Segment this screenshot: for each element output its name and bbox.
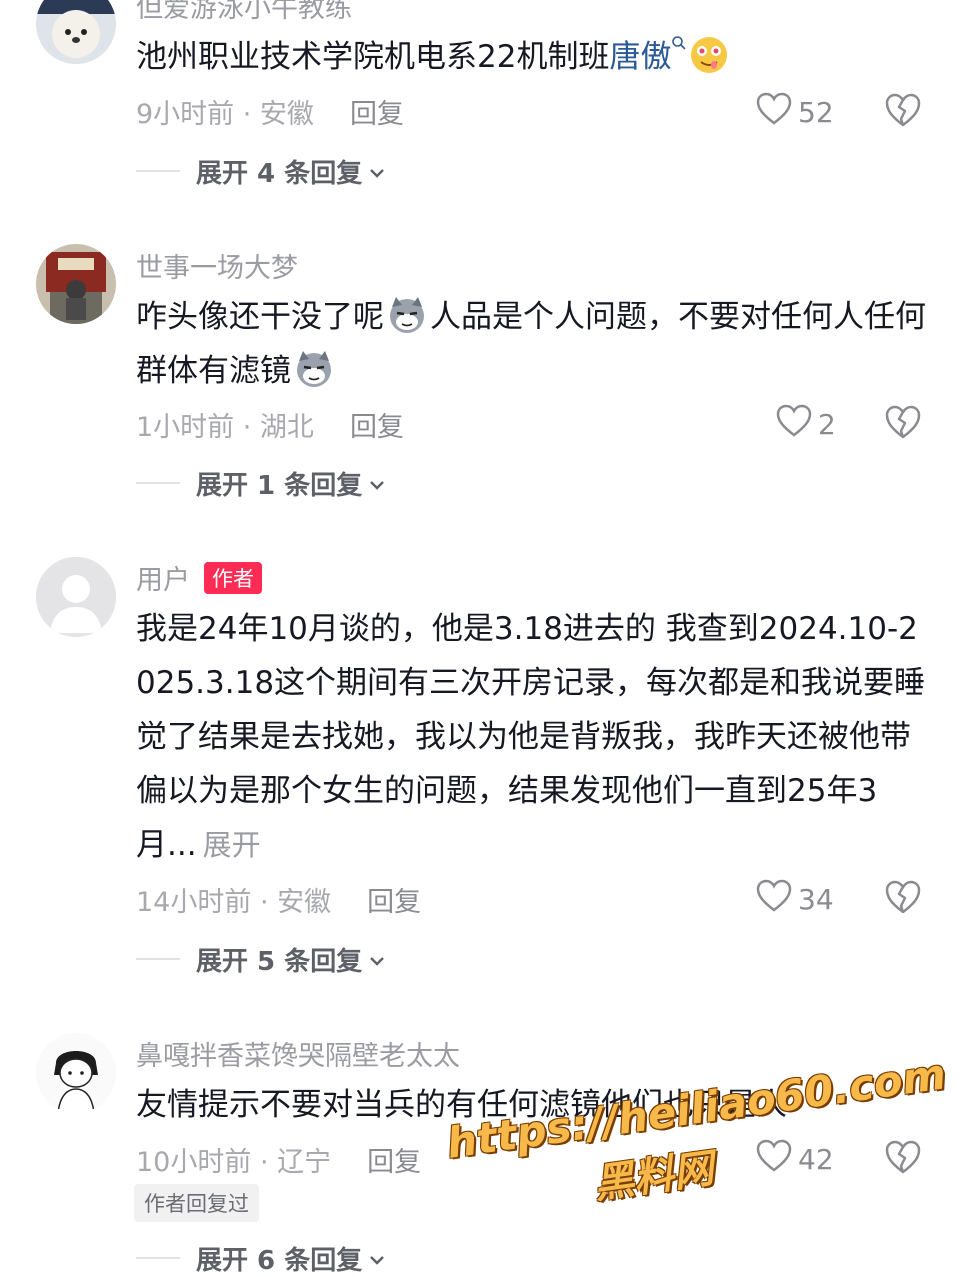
like-count: 2 [818, 407, 836, 441]
divider [136, 1257, 180, 1259]
like-count: 52 [798, 95, 834, 129]
broken-heart-icon [884, 93, 922, 132]
timestamp-location: 14小时前 · 安徽 [136, 887, 332, 918]
search-link[interactable]: 唐傲 [609, 39, 671, 75]
expand-replies[interactable]: 展开 6 条回复 [136, 1243, 386, 1276]
comment-text: 咋头像还干没了呢 人品是个人问题，不要对任何人任何群体有滤镜 [136, 290, 926, 398]
dislike-button[interactable] [884, 1139, 924, 1179]
reply-button[interactable]: 回复 [367, 1147, 421, 1178]
expand-replies[interactable]: 展开 5 条回复 [136, 944, 386, 977]
comment-meta: 1小时前 · 湖北 回复 [136, 405, 404, 444]
expand-text-link[interactable]: 展开 [203, 828, 261, 862]
author-badge: 作者 [204, 562, 262, 594]
comment-text: 我是24年10月谈的，他是3.18进去的 我查到2024.10-2025.3.1… [136, 611, 926, 863]
comment-meta: 14小时前 · 安徽 回复 [136, 880, 421, 919]
reply-button[interactable]: 回复 [367, 887, 421, 918]
avatar[interactable] [36, 0, 116, 64]
chevron-down-icon [362, 944, 386, 974]
divider [136, 482, 180, 484]
username[interactable]: 用户 作者 [136, 558, 262, 597]
broken-heart-icon [884, 405, 922, 444]
reply-button[interactable]: 回复 [350, 412, 404, 443]
drooling-emoji-icon [687, 35, 733, 75]
comment-meta: 9小时前 · 安徽 回复 [136, 92, 404, 131]
username[interactable]: 但爱游泳小牛教练 [136, 0, 352, 25]
like-button[interactable]: 2 [776, 404, 836, 444]
dislike-button[interactable] [884, 879, 924, 919]
timestamp-location: 10小时前 · 辽宁 [136, 1147, 332, 1178]
reply-button[interactable]: 回复 [350, 99, 404, 130]
heart-icon [756, 879, 798, 920]
timestamp-location: 1小时前 · 湖北 [136, 412, 314, 443]
like-button[interactable]: 42 [756, 1139, 834, 1179]
divider [136, 958, 180, 960]
dislike-button[interactable] [884, 92, 924, 132]
expand-replies[interactable]: 展开 4 条回复 [136, 156, 386, 189]
like-button[interactable]: 34 [756, 879, 834, 919]
divider [136, 170, 180, 172]
chevron-down-icon [362, 1243, 386, 1273]
avatar[interactable] [36, 244, 116, 324]
smirk-dog-emoji-icon [384, 295, 430, 335]
heart-icon [756, 92, 798, 133]
author-replied-badge: 作者回复过 [134, 1184, 259, 1222]
smirk-dog-emoji-icon [291, 349, 337, 389]
dislike-button[interactable] [884, 404, 924, 444]
heart-icon [776, 404, 818, 445]
comment-text: 友情提示不要对当兵的有任何滤镜他们也只是人 [136, 1087, 787, 1123]
chevron-down-icon [362, 468, 386, 498]
chevron-down-icon [362, 156, 386, 186]
comment-meta: 10小时前 · 辽宁 回复 [136, 1140, 421, 1179]
avatar[interactable] [36, 1033, 116, 1113]
timestamp-location: 9小时前 · 安徽 [136, 99, 314, 130]
broken-heart-icon [884, 1140, 922, 1179]
avatar[interactable] [36, 557, 116, 637]
username[interactable]: 鼻嘎拌香菜馋哭隔壁老太太 [136, 1034, 460, 1073]
like-count: 34 [798, 882, 834, 916]
search-icon [671, 36, 687, 75]
expand-replies[interactable]: 展开 1 条回复 [136, 468, 386, 501]
heart-icon [756, 1139, 798, 1180]
username[interactable]: 世事一场大梦 [136, 246, 298, 285]
like-count: 42 [798, 1142, 834, 1176]
broken-heart-icon [884, 880, 922, 919]
like-button[interactable]: 52 [756, 92, 834, 132]
comment-text: 池州职业技术学院机电系22机制班唐傲 [136, 30, 926, 84]
